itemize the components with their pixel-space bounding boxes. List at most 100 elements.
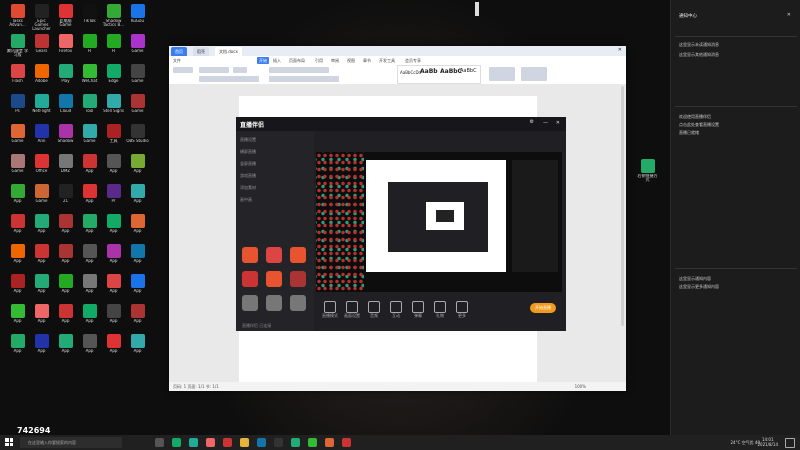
desktop-shortcut[interactable]: 工具 xyxy=(102,123,125,153)
desktop-shortcut[interactable]: App xyxy=(30,243,53,273)
windows-start-icon[interactable] xyxy=(5,438,13,446)
recorder-control-icon[interactable] xyxy=(324,301,336,313)
recorder-tool-icon[interactable] xyxy=(266,271,282,287)
recorder-side-item[interactable]: 游戏直播 xyxy=(240,173,310,179)
desktop-shortcut[interactable]: Pr xyxy=(102,183,125,213)
desktop-shortcut[interactable]: Office xyxy=(30,153,53,183)
recorder-tool-icon[interactable] xyxy=(242,247,258,263)
notification-line-2[interactable]: 这里显示其他通知消息 xyxy=(679,52,719,57)
folder-icon[interactable] xyxy=(240,438,249,447)
ribbon-format-buttons[interactable] xyxy=(199,76,259,82)
desktop-shortcut[interactable]: App xyxy=(30,273,53,303)
recorder-tool-icon[interactable] xyxy=(290,295,306,311)
desktop-shortcut[interactable]: App xyxy=(6,183,29,213)
style-gallery[interactable]: AaBbCcDd AaBb AaBbC AaBbC xyxy=(397,65,481,84)
desktop-shortcut[interactable]: TikTok xyxy=(78,3,101,33)
ribbon-find-replace[interactable] xyxy=(521,67,547,81)
app-icon[interactable] xyxy=(189,438,198,447)
menu-review[interactable]: 审阅 xyxy=(331,57,339,64)
desktop-shortcut[interactable]: Game xyxy=(126,33,149,63)
wps-icon[interactable] xyxy=(342,438,351,447)
desktop-shortcut[interactable]: App xyxy=(30,303,53,333)
app-icon[interactable] xyxy=(274,438,283,447)
zoom-level[interactable]: 100% xyxy=(575,384,586,389)
desktop-shortcut[interactable]: 此电脑 Game xyxy=(54,3,77,33)
style-heading2[interactable]: AaBbC xyxy=(440,68,462,75)
desktop-shortcut[interactable]: H xyxy=(102,33,125,63)
ribbon-size-box[interactable] xyxy=(233,67,247,73)
notification-line-5[interactable]: 直播已就绪 xyxy=(679,130,699,135)
desktop-shortcut[interactable]: App xyxy=(102,243,125,273)
edge-icon[interactable] xyxy=(172,438,181,447)
app-icon[interactable] xyxy=(257,438,266,447)
desktop-shortcut[interactable]: Firefox xyxy=(54,33,77,63)
desktop-shortcut[interactable]: Tool xyxy=(78,93,101,123)
recorder-side-item[interactable]: 画中画 xyxy=(240,197,310,203)
desktop-shortcut[interactable]: App xyxy=(78,183,101,213)
menu-insert[interactable]: 插入 xyxy=(273,57,281,64)
recorder-side-item[interactable]: 竖屏直播 xyxy=(240,161,310,167)
recorder-control-icon[interactable] xyxy=(434,301,446,313)
menu-layout[interactable]: 页面布局 xyxy=(289,57,305,64)
menu-home[interactable]: 开始 xyxy=(257,57,269,64)
desktop-shortcut[interactable]: OBS Studio xyxy=(126,123,149,153)
word-tab-document[interactable]: 文档.docx xyxy=(215,47,242,56)
weather-tray[interactable]: 24°C 空气优 40 xyxy=(730,437,760,448)
menu-developer[interactable]: 开发工具 xyxy=(379,57,395,64)
app-icon[interactable] xyxy=(223,438,232,447)
desktop-shortcut[interactable]: Epic Games Launcher xyxy=(30,3,53,33)
start-live-button[interactable]: 开始直播 xyxy=(530,303,556,313)
desktop-shortcut[interactable]: App xyxy=(54,213,77,243)
recorder-control-icon[interactable] xyxy=(456,301,468,313)
app-icon[interactable] xyxy=(325,438,334,447)
menu-vip[interactable]: 会员专享 xyxy=(405,57,421,64)
close-icon[interactable]: ✕ xyxy=(787,12,791,18)
desktop-shortcut[interactable]: Cloud xyxy=(54,93,77,123)
desktop-shortcut[interactable]: Game xyxy=(126,93,149,123)
app-icon[interactable] xyxy=(291,438,300,447)
notification-line-6[interactable]: 这里显示通知内容 xyxy=(679,276,711,281)
recorder-control-icon[interactable] xyxy=(368,301,380,313)
recorder-control-icon[interactable] xyxy=(346,301,358,313)
task-view-icon[interactable] xyxy=(155,438,164,447)
desktop-shortcut[interactable]: App xyxy=(30,213,53,243)
desktop-shortcut[interactable]: Shadow xyxy=(54,123,77,153)
clock[interactable]: 14:01 2021/8/14 xyxy=(757,437,778,447)
desktop-shortcut[interactable]: App xyxy=(78,333,101,363)
ribbon-paste-button[interactable] xyxy=(173,67,193,73)
ribbon-align-buttons[interactable] xyxy=(269,76,339,82)
desktop-shortcut[interactable]: App xyxy=(126,153,149,183)
desktop-shortcut-right[interactable]: 右侧快捷方式 xyxy=(636,158,659,188)
style-normal[interactable]: AaBbCcDd xyxy=(400,70,421,75)
desktop-shortcut[interactable]: App xyxy=(54,273,77,303)
desktop-shortcut[interactable]: App xyxy=(102,213,125,243)
desktop-shortcut[interactable]: App xyxy=(78,153,101,183)
desktop-shortcut[interactable]: Play xyxy=(54,63,77,93)
desktop-shortcut[interactable]: App xyxy=(102,303,125,333)
desktop-shortcut[interactable]: App xyxy=(126,213,149,243)
ribbon-font-box[interactable] xyxy=(199,67,229,73)
desktop-shortcut[interactable]: Flash xyxy=(6,63,29,93)
notification-line-1[interactable]: 这里显示未读通知消息 xyxy=(679,42,719,47)
desktop-shortcut[interactable]: App xyxy=(54,303,77,333)
desktop-shortcut[interactable]: App xyxy=(54,243,77,273)
desktop-shortcut[interactable]: App xyxy=(78,213,101,243)
desktop-shortcut[interactable]: Tasks Advan... xyxy=(6,3,29,33)
style-heading1[interactable]: AaBb xyxy=(420,68,438,75)
desktop-shortcut[interactable]: DMZ xyxy=(54,153,77,183)
minimize-icon[interactable]: — xyxy=(543,120,548,126)
desktop-shortcut[interactable]: Shadow Tactics B... xyxy=(102,3,125,33)
desktop-shortcut[interactable]: Edge xyxy=(102,63,125,93)
desktop-shortcut[interactable]: App xyxy=(126,243,149,273)
vertical-scrollbar[interactable] xyxy=(621,86,624,326)
desktop-shortcut[interactable]: Gears xyxy=(30,33,53,63)
desktop-shortcut[interactable]: App xyxy=(102,333,125,363)
ribbon-text-tools[interactable] xyxy=(489,67,515,81)
desktop-shortcut[interactable]: App xyxy=(126,333,149,363)
desktop-shortcut[interactable]: App xyxy=(78,243,101,273)
desktop-shortcut[interactable]: App xyxy=(54,333,77,363)
close-icon[interactable]: ✕ xyxy=(556,120,560,126)
desktop-shortcut[interactable]: Game xyxy=(30,183,53,213)
menu-view[interactable]: 视图 xyxy=(347,57,355,64)
desktop-shortcut[interactable]: App xyxy=(6,303,29,333)
